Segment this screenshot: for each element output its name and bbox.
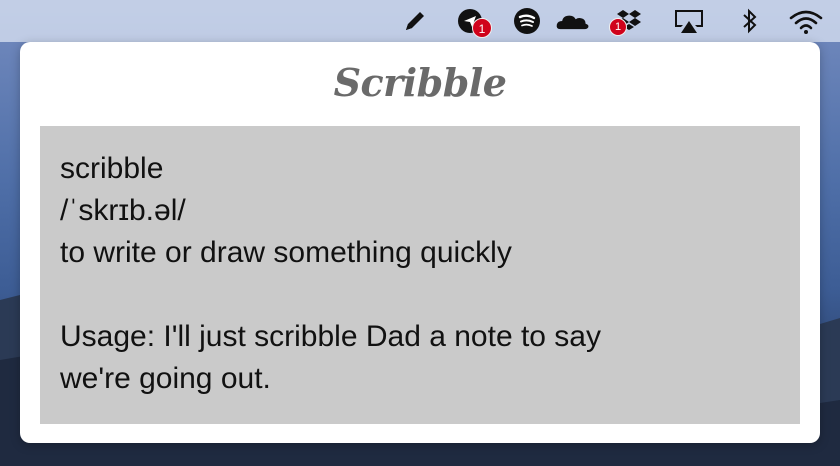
dropbox-icon[interactable]: 1 [609, 4, 647, 38]
pronunciation-text: /ˈskrɪb.əl/ [60, 194, 186, 227]
menu-bar: 1 1 [0, 0, 840, 42]
scribble-popover: Scribble scribble /ˈskrɪb.əl/ to write o… [20, 42, 820, 443]
app-title: Scribble [333, 60, 507, 105]
wifi-icon[interactable] [788, 4, 824, 38]
word-text: scribble [60, 152, 164, 185]
spotify-icon[interactable] [509, 4, 545, 38]
usage-text-line-1: Usage: I'll just scribble Dad a note to … [60, 320, 601, 353]
notification-badge: 1 [609, 18, 627, 36]
airmail-icon[interactable]: 1 [452, 4, 492, 38]
airplay-icon[interactable] [671, 4, 707, 38]
definition-text: to write or draw something quickly [60, 236, 512, 269]
pencil-icon[interactable] [397, 4, 433, 38]
definition-panel[interactable]: scribble /ˈskrɪb.əl/ to write or draw so… [40, 126, 800, 424]
usage-text-line-2: we're going out. [60, 362, 271, 395]
notification-badge: 1 [472, 18, 492, 38]
bluetooth-icon[interactable] [732, 4, 768, 38]
onedrive-icon[interactable] [555, 4, 591, 38]
